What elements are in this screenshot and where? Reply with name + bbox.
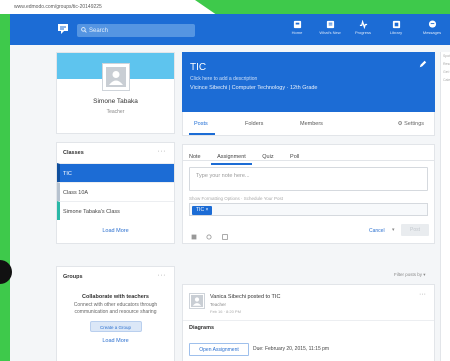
nav-messages[interactable]: Messages: [416, 20, 448, 35]
composer-tab-note[interactable]: Note: [183, 149, 207, 165]
filter-posts-dropdown[interactable]: Filter posts by ▾: [394, 272, 426, 278]
user-silhouette-icon: [191, 295, 203, 307]
nav-home[interactable]: Home: [281, 20, 313, 35]
note-input[interactable]: Type your note here...: [189, 167, 428, 191]
post-timestamp: Feb 16 · 8:20 PM: [210, 309, 241, 314]
library-icon: [392, 20, 400, 29]
decorative-green-band: [195, 0, 450, 14]
more-options-icon[interactable]: ···: [158, 148, 167, 155]
sidebar-item-class-10a[interactable]: Class 10A: [57, 182, 174, 201]
edmodo-logo-icon[interactable]: [56, 22, 70, 36]
search-placeholder: Search: [89, 28, 109, 34]
more-options-icon[interactable]: ···: [158, 272, 167, 279]
group-meta: Vicince Sibechi | Computer Technology · …: [190, 85, 318, 91]
tab-settings[interactable]: ⚙ Settings: [398, 121, 424, 127]
feed-post: Vanica Sibechi posted to TIC Teacher Feb…: [182, 284, 435, 361]
avatar[interactable]: [102, 63, 130, 91]
groups-description: Connect with other educators through com…: [73, 302, 158, 315]
classes-title: Classes: [63, 150, 84, 156]
post-author-avatar[interactable]: [189, 293, 205, 309]
top-navigation-bar: Search Home What's New Progress Library: [10, 14, 450, 45]
classes-load-more[interactable]: Load More: [57, 220, 174, 234]
right-sidebar-line[interactable]: Spotlight: [443, 52, 450, 60]
progress-icon: [359, 20, 367, 29]
open-assignment-button[interactable]: Open Assignment: [189, 343, 249, 356]
tab-posts[interactable]: Posts: [194, 121, 208, 127]
post-title: Diagrams: [189, 325, 215, 331]
app-window: Search Home What's New Progress Library: [10, 14, 450, 361]
nav-whats-new[interactable]: What's New: [314, 20, 346, 35]
remove-chip-icon[interactable]: ×: [205, 207, 208, 213]
create-group-label: Create a Group: [99, 324, 132, 330]
active-tab-indicator: [189, 133, 215, 135]
right-sidebar-line[interactable]: Resources: [443, 60, 450, 68]
sidebar-item-simone-class[interactable]: Simone Tabaka's Class: [57, 201, 174, 220]
right-sidebar-line[interactable]: Calendar: [443, 76, 450, 84]
composer-tab-poll[interactable]: Poll: [284, 149, 305, 165]
group-title: TIC: [190, 62, 207, 73]
library-attach-icon[interactable]: [222, 227, 228, 245]
post-button[interactable]: Post: [401, 224, 429, 236]
search-input[interactable]: Search: [77, 24, 195, 37]
composer-tabs: Note Assignment Quiz Poll: [183, 145, 434, 165]
profile-card: Simone Tabaka Teacher: [56, 52, 175, 134]
file-icon[interactable]: [191, 227, 197, 245]
groups-title: Groups: [63, 274, 83, 280]
groups-load-more[interactable]: Load More: [57, 332, 174, 344]
edit-pencil-icon[interactable]: [419, 60, 427, 68]
tab-members[interactable]: Members: [300, 121, 323, 127]
recipients-field[interactable]: TIC ×: [189, 203, 428, 216]
formatting-options-link[interactable]: Show Formatting Options · Schedule Your …: [189, 196, 283, 201]
messages-icon: [428, 20, 436, 28]
classes-card: Classes ··· TIC Class 10A Simone Tabaka'…: [56, 142, 175, 244]
cancel-button[interactable]: Cancel: [369, 228, 385, 234]
group-description-link[interactable]: Click here to add a description: [190, 76, 257, 82]
create-group-button[interactable]: Create a Group: [89, 321, 142, 332]
profile-role: Teacher: [106, 109, 125, 115]
url-text: www.edmodo.com/groups/tic-20149225: [14, 4, 102, 10]
sidebar-item-tic[interactable]: TIC: [57, 163, 174, 182]
post-author-role: Teacher: [210, 302, 227, 307]
search-icon: [81, 27, 87, 33]
whats-new-icon: [326, 20, 334, 29]
nav-progress[interactable]: Progress: [347, 20, 379, 35]
post-divider: [183, 320, 434, 321]
tab-folders[interactable]: Folders: [245, 121, 263, 127]
right-sidebar: Spotlight Resources Get the app Calendar: [440, 52, 450, 361]
recipient-chip[interactable]: TIC ×: [192, 205, 213, 215]
post-options-icon[interactable]: ···: [419, 291, 426, 298]
groups-headline: Collaborate with teachers: [82, 294, 149, 300]
attachment-toolbar: [191, 227, 233, 245]
home-icon: [293, 20, 301, 29]
link-icon[interactable]: [206, 227, 212, 245]
nav-library[interactable]: Library: [380, 20, 412, 35]
composer-tab-quiz[interactable]: Quiz: [256, 149, 279, 165]
right-sidebar-line[interactable]: Get the app: [443, 68, 450, 76]
post-author[interactable]: Vanica Sibechi posted to TIC: [210, 294, 280, 300]
group-header: TIC Click here to add a description Vici…: [182, 52, 435, 112]
groups-card: Groups ··· Collaborate with teachers Con…: [56, 266, 175, 361]
due-date: Due: February 20, 2015, 11:15 pm: [253, 346, 330, 352]
post-composer: Note Assignment Quiz Poll Type your note…: [182, 144, 435, 244]
profile-name[interactable]: Simone Tabaka: [57, 98, 174, 105]
user-silhouette-icon: [106, 67, 126, 87]
schedule-dropdown-icon[interactable]: ▾: [392, 227, 395, 233]
group-tabs: Posts Folders Members ⚙ Settings: [182, 112, 435, 136]
composer-tab-assignment[interactable]: Assignment: [211, 149, 252, 165]
